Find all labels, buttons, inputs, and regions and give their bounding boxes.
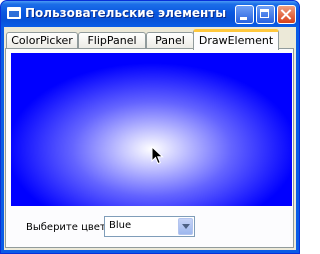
tab-drawelement[interactable]: DrawElement: [193, 29, 279, 50]
color-select-label: Выберите цвет:: [26, 222, 110, 233]
close-button[interactable]: [277, 5, 296, 24]
color-select-value: Blue: [109, 220, 132, 231]
tab-panel[interactable]: Panel: [146, 32, 194, 48]
tab-colorpicker[interactable]: ColorPicker: [6, 32, 78, 48]
color-select[interactable]: Blue: [104, 216, 195, 237]
minimize-button[interactable]: [235, 5, 254, 24]
client-area: ColorPicker FlipPanel Panel DrawElement …: [4, 27, 296, 250]
tab-strip: ColorPicker FlipPanel Panel DrawElement: [4, 29, 296, 50]
mouse-pointer-icon: [151, 146, 164, 165]
app-window: Пользовательские элементы ColorPicker Fl…: [0, 0, 300, 254]
chevron-down-icon[interactable]: [178, 218, 193, 235]
tab-page-drawelement: Выберите цвет: Blue: [5, 48, 294, 248]
window-icon: [7, 7, 21, 19]
maximize-button[interactable]: [256, 5, 275, 24]
tab-flippanel[interactable]: FlipPanel: [78, 32, 146, 48]
window-title: Пользовательские элементы: [25, 6, 227, 20]
title-bar[interactable]: Пользовательские элементы: [1, 1, 299, 27]
gradient-canvas[interactable]: [11, 53, 292, 206]
